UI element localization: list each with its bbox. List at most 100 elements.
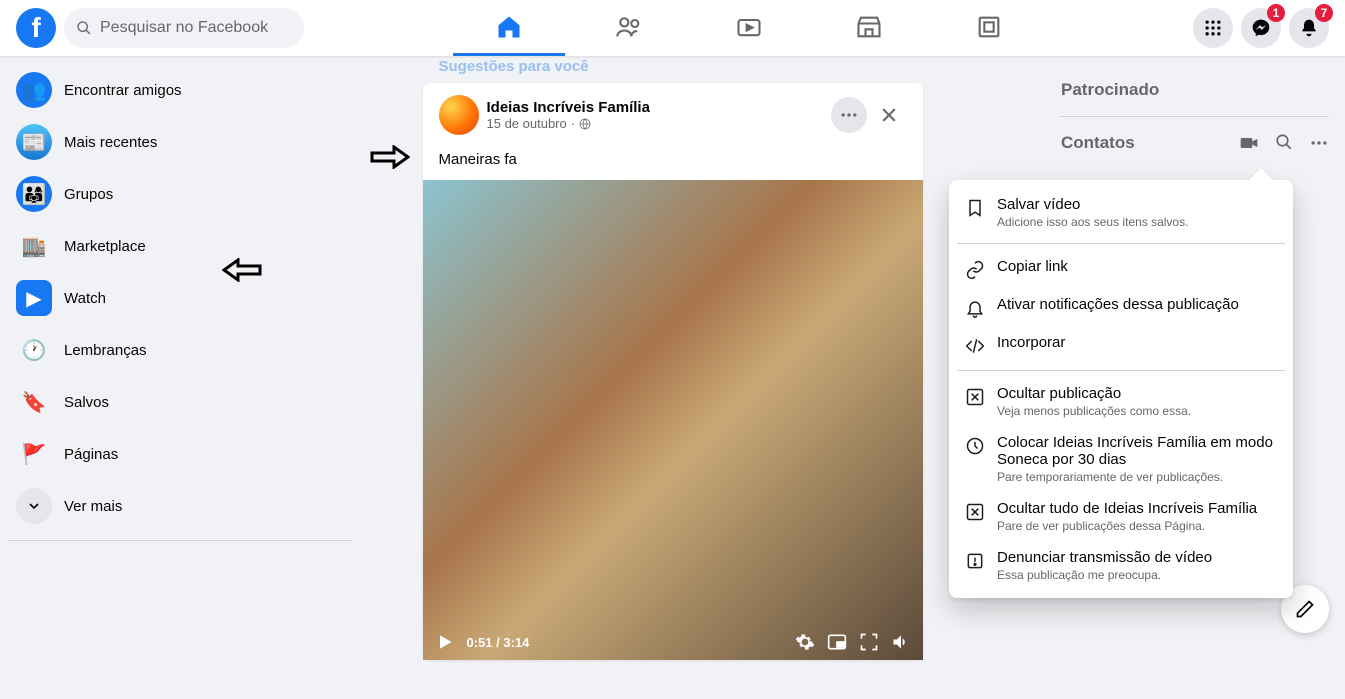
menu-item-sub: Pare de ver publicações dessa Página.	[997, 519, 1277, 533]
menu-item-title: Colocar Ideias Incríveis Família em modo…	[997, 434, 1277, 468]
sidebar-item-find-friends[interactable]: 👥 Encontrar amigos	[8, 64, 352, 116]
video-call-icon[interactable]	[1239, 133, 1259, 153]
menu-item-title: Salvar vídeo	[997, 196, 1277, 213]
more-icon[interactable]	[1309, 133, 1329, 153]
contacts-header: Contatos	[1053, 125, 1337, 161]
sidebar-item-label: Mais recentes	[64, 134, 157, 151]
sidebar-item-label: Salvos	[64, 394, 109, 411]
sidebar-item-label: Páginas	[64, 446, 118, 463]
divider	[8, 540, 352, 541]
search-icon	[76, 20, 92, 36]
annotation-arrow-left	[222, 258, 262, 282]
post-more-button[interactable]	[831, 97, 867, 133]
tab-gaming[interactable]	[933, 0, 1045, 56]
facebook-logo[interactable]: f	[16, 8, 56, 48]
post-author[interactable]: Ideias Incríveis Família	[487, 99, 823, 116]
friends-icon	[615, 13, 643, 41]
saved-icon: 🔖	[16, 384, 52, 420]
pip-icon[interactable]	[827, 632, 847, 652]
menu-snooze[interactable]: Colocar Ideias Incríveis Família em modo…	[957, 426, 1285, 492]
report-icon	[965, 551, 985, 571]
sidebar-item-recent[interactable]: 📰 Mais recentes	[8, 116, 352, 168]
recent-icon: 📰	[16, 124, 52, 160]
sidebar-item-marketplace[interactable]: 🏬 Marketplace	[8, 220, 352, 272]
gaming-icon	[975, 13, 1003, 41]
sidebar-item-saved[interactable]: 🔖 Salvos	[8, 376, 352, 428]
notifications-button[interactable]: 7	[1289, 8, 1329, 48]
divider	[957, 243, 1285, 244]
sidebar-item-label: Lembranças	[64, 342, 147, 359]
tab-marketplace[interactable]	[813, 0, 925, 56]
pages-icon: 🚩	[16, 436, 52, 472]
chevron-down-icon	[16, 488, 52, 524]
post-header: Ideias Incríveis Família 15 de outubro ·	[423, 83, 923, 147]
annotation-arrow-right	[370, 145, 410, 169]
close-icon	[879, 105, 899, 125]
marketplace-icon: 🏬	[16, 228, 52, 264]
messenger-icon	[1251, 18, 1271, 38]
post-close-button[interactable]	[871, 97, 907, 133]
search-input[interactable]: Pesquisar no Facebook	[64, 8, 304, 48]
menu-button[interactable]	[1193, 8, 1233, 48]
fullscreen-icon[interactable]	[859, 632, 879, 652]
sidebar-item-more[interactable]: Ver mais	[8, 480, 352, 532]
contacts-actions	[1239, 133, 1329, 153]
sponsored-title: Patrocinado	[1053, 72, 1337, 108]
post-time: 15 de outubro ·	[487, 116, 823, 131]
volume-icon[interactable]	[891, 632, 911, 652]
clock-icon	[965, 436, 985, 456]
menu-embed[interactable]: Incorporar	[957, 326, 1285, 364]
sidebar-item-watch[interactable]: ▶ Watch	[8, 272, 352, 324]
sidebar-item-pages[interactable]: 🚩 Páginas	[8, 428, 352, 480]
post-text: Maneiras fa	[423, 147, 923, 180]
marketplace-icon	[855, 13, 883, 41]
menu-report[interactable]: Denunciar transmissão de vídeo Essa publ…	[957, 541, 1285, 590]
menu-copy-link[interactable]: Copiar link	[957, 250, 1285, 288]
menu-save-video[interactable]: Salvar vídeo Adicione isso aos seus iten…	[957, 188, 1285, 237]
search-icon[interactable]	[1275, 133, 1293, 151]
post: Ideias Incríveis Família 15 de outubro ·…	[423, 83, 923, 660]
feed: Sugestões para você Ideias Incríveis Fam…	[423, 50, 923, 660]
embed-icon	[965, 336, 985, 356]
post-time-text: 15 de outubro	[487, 116, 567, 131]
menu-item-title: Ocultar tudo de Ideias Incríveis Família	[997, 500, 1277, 517]
menu-item-title: Denunciar transmissão de vídeo	[997, 549, 1277, 566]
menu-enable-notifications[interactable]: Ativar notificações dessa publicação	[957, 288, 1285, 326]
bell-icon	[1299, 18, 1319, 38]
avatar[interactable]	[439, 95, 479, 135]
menu-item-title: Ativar notificações dessa publicação	[997, 296, 1277, 313]
sidebar-item-label: Encontrar amigos	[64, 82, 182, 99]
menu-item-title: Ocultar publicação	[997, 385, 1277, 402]
groups-icon: 👨‍👩‍👧	[16, 176, 52, 212]
menu-item-sub: Veja menos publicações como essa.	[997, 404, 1277, 418]
tab-home[interactable]	[453, 0, 565, 56]
tab-watch[interactable]	[693, 0, 805, 56]
sidebar-item-label: Watch	[64, 290, 106, 307]
search-placeholder: Pesquisar no Facebook	[100, 19, 268, 37]
globe-icon	[579, 118, 591, 130]
sidebar-right: Patrocinado Contatos	[1045, 56, 1345, 177]
contacts-title: Contatos	[1061, 133, 1135, 153]
settings-icon[interactable]	[795, 632, 815, 652]
bell-icon	[965, 298, 985, 318]
watch-icon	[735, 13, 763, 41]
watch-icon: ▶	[16, 280, 52, 316]
sidebar-item-label: Grupos	[64, 186, 113, 203]
divider	[1061, 116, 1329, 117]
sidebar-item-memories[interactable]: 🕐 Lembranças	[8, 324, 352, 376]
menu-hide-all[interactable]: Ocultar tudo de Ideias Incríveis Família…	[957, 492, 1285, 541]
menu-item-sub: Essa publicação me preocupa.	[997, 568, 1277, 582]
menu-item-title: Copiar link	[997, 258, 1277, 275]
menu-hide-post[interactable]: Ocultar publicação Veja menos publicaçõe…	[957, 377, 1285, 426]
top-header: f Pesquisar no Facebook 1 7	[0, 0, 1345, 56]
sidebar-item-groups[interactable]: 👨‍👩‍👧 Grupos	[8, 168, 352, 220]
post-actions	[831, 97, 907, 133]
tab-friends[interactable]	[573, 0, 685, 56]
play-icon[interactable]	[435, 632, 455, 652]
messenger-button[interactable]: 1	[1241, 8, 1281, 48]
post-video[interactable]: 0:51 / 3:14	[423, 180, 923, 660]
messenger-badge: 1	[1267, 4, 1285, 22]
grid-icon	[1203, 18, 1223, 38]
header-right: 1 7	[1193, 8, 1329, 48]
video-time: 0:51 / 3:14	[467, 635, 530, 650]
